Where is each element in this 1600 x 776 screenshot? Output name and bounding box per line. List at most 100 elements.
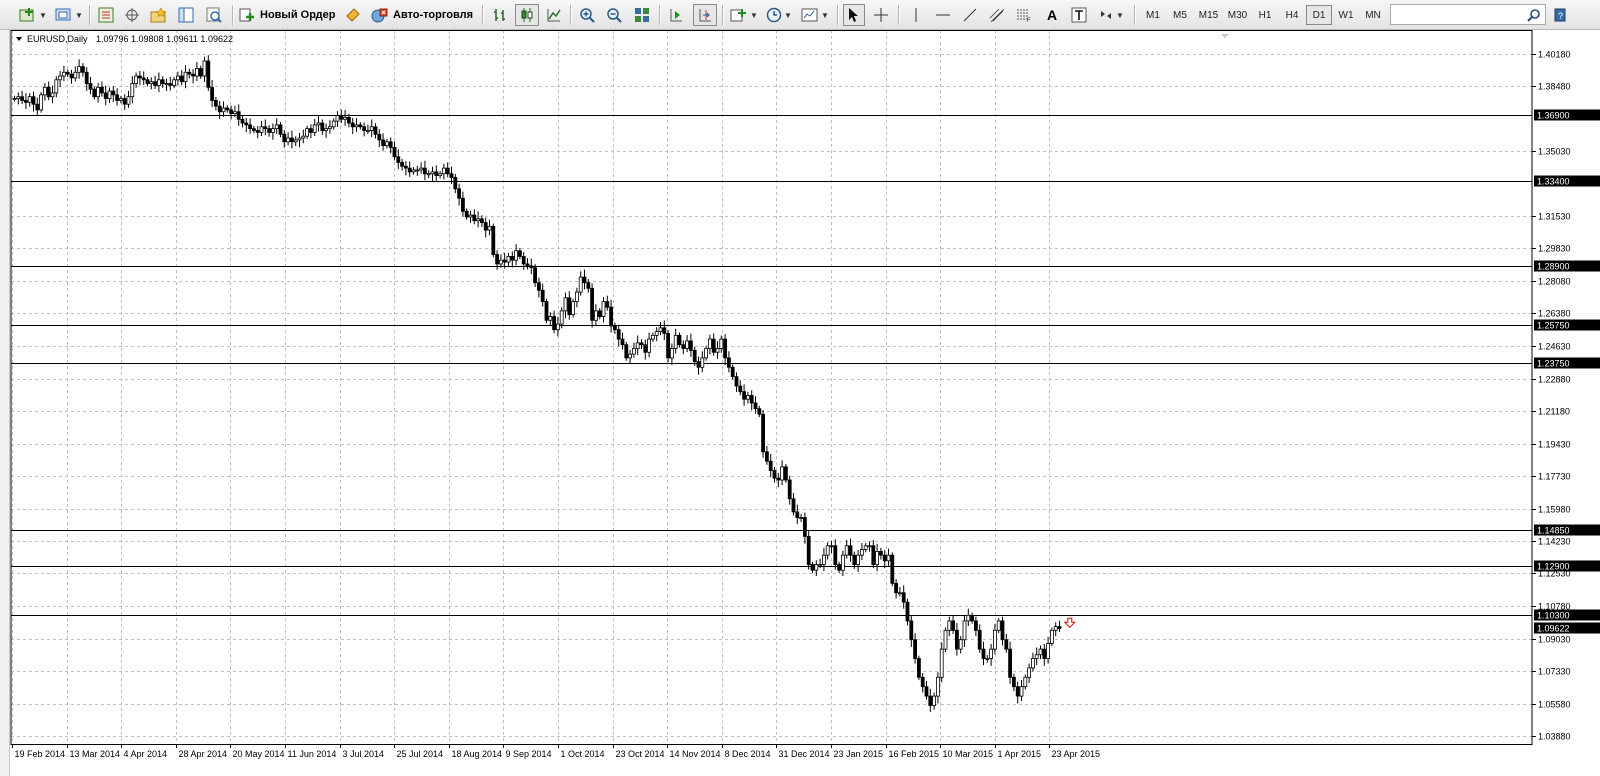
price-chart[interactable]: 1.40180 1.38480 1.35030 1.31530 1.29830 1.280… [0, 30, 1600, 776]
candlestick-icon [519, 7, 535, 23]
chart-info: EURUSD,Daily 1.09796 1.09808 1.09611 1.0… [16, 34, 233, 44]
chart-shift-button[interactable] [693, 4, 717, 26]
templates-button[interactable]: ▼ [799, 4, 831, 26]
new-chart-button[interactable]: ▼ [16, 4, 50, 26]
candle-body [316, 122, 321, 126]
new-order-button[interactable]: Новый Ордер [238, 4, 338, 26]
timeframe-h4[interactable]: H4 [1279, 5, 1305, 25]
timeframe-m5[interactable]: M5 [1167, 5, 1193, 25]
date-tick-label: 13 Mar 2014 [70, 749, 121, 759]
sell-arrow-icon[interactable] [1063, 617, 1077, 628]
market-watch-button[interactable] [95, 4, 117, 26]
timeframe-m1[interactable]: M1 [1140, 5, 1166, 25]
candle-body [715, 348, 720, 353]
cursor-arrow-icon [847, 7, 861, 23]
candle-body [670, 348, 674, 359]
indicators-button[interactable]: ▼ [728, 4, 760, 26]
candle-body [274, 124, 279, 130]
bar-chart-button[interactable] [489, 4, 511, 26]
candle-body [540, 289, 545, 302]
candle-body [1042, 648, 1047, 659]
auto-scroll-button[interactable] [665, 4, 687, 26]
arrows-tool-button[interactable]: ▼ [1095, 4, 1127, 26]
price-tick-label: 1.24630 [1538, 342, 1571, 352]
toolbar-separator [722, 5, 724, 25]
candle-body [818, 564, 822, 566]
candle-body [890, 554, 895, 584]
candle-body [301, 135, 306, 139]
search-input[interactable] [1390, 4, 1546, 25]
date-tick-label: 18 Aug 2014 [452, 749, 503, 759]
equidistant-channel-tool-button[interactable] [986, 4, 1008, 26]
price-tick-label: 1.03880 [1538, 732, 1571, 742]
timeframe-m15[interactable]: M15 [1194, 5, 1223, 25]
zoom-out-button[interactable] [603, 4, 625, 26]
metaeditor-button[interactable] [342, 4, 364, 26]
candle-body [255, 130, 260, 133]
candle-body [111, 90, 116, 96]
candle-body [126, 96, 131, 105]
candle-body [765, 451, 769, 462]
candle-body [955, 629, 959, 650]
candlestick-chart-button[interactable] [515, 4, 539, 26]
cursor-tool-button[interactable] [843, 4, 865, 26]
candle-body [666, 333, 670, 359]
candle-body [407, 167, 412, 173]
candle-body [632, 348, 636, 355]
zoom-in-button[interactable] [576, 4, 598, 26]
help-button[interactable]: ? [1550, 4, 1570, 26]
search-button[interactable] [1524, 4, 1544, 26]
navigator-button[interactable] [147, 4, 171, 26]
candle-body [1053, 626, 1058, 631]
auto-trading-button[interactable]: Авто-торговля [369, 4, 477, 26]
candle-body [533, 267, 537, 284]
candle-body [88, 83, 93, 90]
timeframe-d1[interactable]: D1 [1306, 5, 1332, 25]
candle-body [12, 98, 17, 100]
candle-body [947, 620, 952, 631]
candle-body [749, 395, 754, 404]
strategy-tester-button[interactable] [203, 4, 225, 26]
candle-body [346, 116, 351, 124]
vertical-line-tool-button[interactable] [905, 4, 927, 26]
horizontal-levels [11, 115, 1532, 616]
candle-body [27, 96, 32, 103]
pencil-diamond-icon [345, 7, 361, 23]
candle-body [628, 353, 632, 359]
candle-body [92, 88, 97, 98]
chart-menu-triangle-icon[interactable] [16, 37, 22, 41]
trendline-tool-button[interactable] [959, 4, 981, 26]
chart-shift-marker-icon[interactable] [1221, 34, 1229, 38]
timeframe-mn[interactable]: MN [1360, 5, 1386, 25]
candle-body [620, 338, 625, 346]
text-tool-button[interactable]: A [1041, 4, 1063, 26]
candle-body [772, 470, 777, 479]
candle-body [396, 156, 401, 163]
candle-body [814, 564, 819, 571]
profiles-button[interactable]: ▼ [53, 4, 85, 26]
line-chart-button[interactable] [543, 4, 565, 26]
periods-button[interactable]: ▼ [763, 4, 795, 26]
level-price-label: 1.12900 [1537, 562, 1570, 572]
crosshair-tool-button[interactable] [870, 4, 892, 26]
candle-body [369, 126, 374, 131]
text-label-tool-button[interactable] [1068, 4, 1090, 26]
fibonacci-tool-button[interactable]: F [1013, 4, 1035, 26]
timeframe-w1[interactable]: W1 [1333, 5, 1359, 25]
candle-body [917, 658, 921, 678]
candle-body [784, 466, 788, 481]
candle-body [434, 171, 439, 177]
candle-body [601, 301, 606, 317]
data-window-button[interactable] [121, 4, 143, 26]
bar-chart-icon [492, 7, 508, 23]
tile-windows-button[interactable] [631, 4, 653, 26]
candle-body [768, 460, 773, 472]
timeframe-h1[interactable]: H1 [1252, 5, 1278, 25]
timeframe-m30[interactable]: M30 [1223, 5, 1252, 25]
chart-shift-icon [697, 7, 713, 23]
terminal-button[interactable] [175, 4, 197, 26]
candle-body [453, 177, 458, 190]
horizontal-line-tool-button[interactable] [932, 4, 954, 26]
candle-body [510, 256, 515, 261]
toolbar-separator [570, 5, 572, 25]
